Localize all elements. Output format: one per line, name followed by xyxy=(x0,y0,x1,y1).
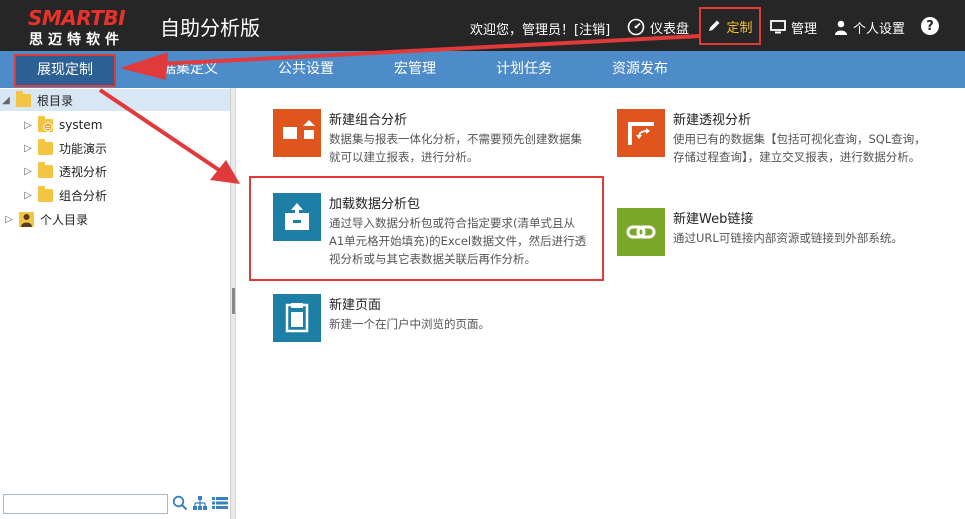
person-folder-icon xyxy=(19,211,34,227)
tree-item-demo[interactable]: ▷ 功能演示 xyxy=(22,137,107,159)
tree-item-combined[interactable]: ▷ 组合分析 xyxy=(22,184,107,206)
logo-subtitle: 思迈特软件 xyxy=(29,32,124,48)
expand-icon[interactable]: ▷ xyxy=(22,120,34,131)
monitor-icon xyxy=(770,20,786,34)
tree-search-input[interactable] xyxy=(3,494,168,514)
new-page-icon xyxy=(273,294,321,342)
splitter-handle[interactable] xyxy=(232,288,235,314)
tree-item-root[interactable]: ◢ 根目录 xyxy=(0,89,230,111)
system-folder-icon xyxy=(38,115,53,132)
expand-icon[interactable]: ▷ xyxy=(3,214,15,225)
app-header: SMARTBI 思迈特软件 自助分析版 欢迎您，管理员！[注销] 仪表盘 定制 … xyxy=(0,0,965,51)
list-view-icon[interactable] xyxy=(212,496,228,510)
tab-dataset-definition[interactable]: 数据集定义 xyxy=(148,51,218,88)
logo-text: SMARTBI xyxy=(28,6,126,30)
main-nav: 展现定制 数据集定义 公共设置 宏管理 计划任务 资源发布 xyxy=(0,51,965,88)
tab-macro-management[interactable]: 宏管理 xyxy=(394,51,436,88)
tab-public-settings[interactable]: 公共设置 xyxy=(278,51,334,88)
user-icon xyxy=(835,20,847,35)
logout-link[interactable]: 注销 xyxy=(579,23,605,38)
dashboard-button[interactable]: 仪表盘 xyxy=(627,10,689,44)
combined-analysis-icon xyxy=(273,109,321,157)
pivot-analysis-icon xyxy=(617,109,665,157)
tab-scheduled-tasks[interactable]: 计划任务 xyxy=(496,51,552,88)
tab-presentation-custom[interactable]: 展现定制 xyxy=(14,54,116,87)
main-content: 新建组合分析 数据集与报表一体化分析，不需要预先创建数据集就可以建立报表，进行分… xyxy=(236,88,965,519)
customize-button[interactable]: 定制 xyxy=(699,7,761,45)
expand-icon[interactable]: ▷ xyxy=(22,190,34,201)
search-icon[interactable] xyxy=(172,495,188,511)
pencil-icon xyxy=(709,20,720,31)
card-new-pivot-analysis[interactable]: 新建透视分析 使用已有的数据集【包括可视化查询，SQL查询，存储过程查询】，建立… xyxy=(617,109,947,189)
smartbi-logo: SMARTBI 思迈特软件 xyxy=(28,6,146,48)
tree-item-pivot[interactable]: ▷ 透视分析 xyxy=(22,160,107,182)
welcome-text: 欢迎您，管理员！[注销] xyxy=(470,23,611,38)
highlight-box xyxy=(249,176,604,281)
folder-icon xyxy=(38,138,53,155)
tree-toolbar xyxy=(172,495,228,511)
tab-resource-publish[interactable]: 资源发布 xyxy=(612,51,668,88)
card-new-page[interactable]: 新建页面 新建一个在门户中浏览的页面。 xyxy=(273,294,603,354)
collapse-icon[interactable]: ◢ xyxy=(0,95,12,106)
tree-structure-icon[interactable] xyxy=(192,495,208,511)
tree-item-personal[interactable]: ▷ 个人目录 xyxy=(3,208,88,230)
folder-icon xyxy=(38,161,53,178)
expand-icon[interactable]: ▷ xyxy=(22,166,34,177)
card-new-combined-analysis[interactable]: 新建组合分析 数据集与报表一体化分析，不需要预先创建数据集就可以建立报表，进行分… xyxy=(273,109,603,179)
dashboard-gauge-icon xyxy=(627,18,645,36)
folder-open-icon xyxy=(16,90,31,107)
card-new-web-link[interactable]: 新建Web链接 通过URL可链接内部资源或链接到外部系统。 xyxy=(617,208,947,268)
manage-button[interactable]: 管理 xyxy=(770,10,817,44)
personal-settings-button[interactable]: 个人设置 xyxy=(834,10,905,44)
expand-icon[interactable]: ▷ xyxy=(22,143,34,154)
link-icon xyxy=(617,208,665,256)
app-title: 自助分析版 xyxy=(160,16,260,40)
help-icon[interactable]: ? xyxy=(921,17,939,35)
resource-tree-panel: ◢ 根目录 ▷ system ▷ 功能演示 ▷ 透视分析 ▷ 组合分析 ▷ 个人… xyxy=(0,88,231,519)
folder-icon xyxy=(38,185,53,202)
tree-item-system[interactable]: ▷ system xyxy=(22,114,102,136)
